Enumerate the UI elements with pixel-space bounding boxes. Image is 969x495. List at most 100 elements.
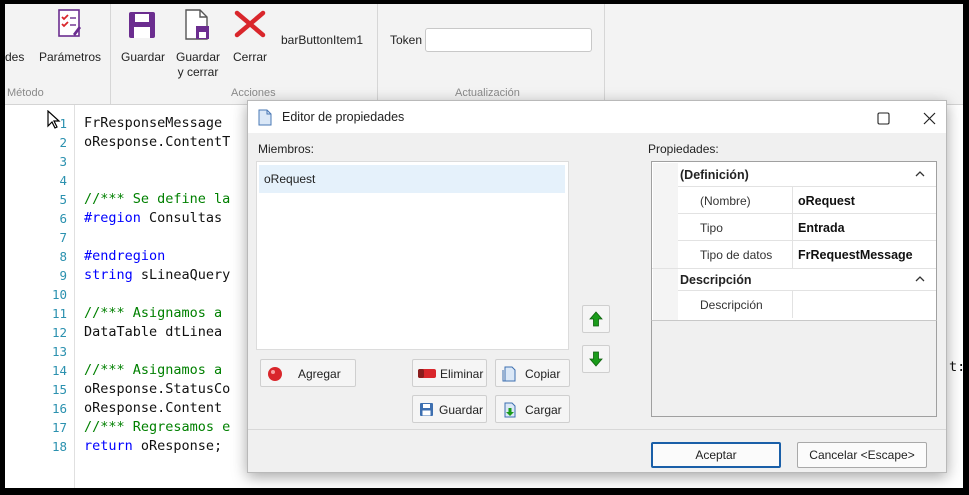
property-value[interactable]: FrRequestMessage — [798, 248, 913, 262]
parametros-button[interactable]: Parámetros — [33, 6, 105, 72]
footer-divider — [248, 429, 946, 430]
agregar-button[interactable]: Agregar — [260, 359, 356, 387]
category-definicion[interactable]: (Definición) — [652, 164, 936, 186]
move-up-button[interactable] — [582, 305, 610, 333]
ribbon-partial-button-label[interactable]: des — [5, 50, 24, 64]
column-divider — [792, 241, 793, 268]
grid-margin — [653, 163, 678, 323]
code-line: //*** Regresamos e — [84, 419, 231, 435]
line-number: 14 — [51, 363, 67, 378]
document-icon — [258, 109, 272, 126]
column-divider — [792, 291, 793, 318]
guardar-cerrar-label-1: Guardar — [175, 50, 221, 64]
ribbon: des Parámetros Método Guardar Guardar y … — [5, 4, 963, 105]
property-value[interactable]: oRequest — [798, 194, 855, 208]
code-right-fragment: t: — [949, 359, 963, 375]
arrow-down-icon — [589, 351, 603, 367]
parametros-label: Parámetros — [38, 50, 102, 64]
property-row-tipo-de-datos[interactable]: Tipo de datos FrRequestMessage — [678, 240, 936, 268]
code-line: return oResponse; — [84, 437, 222, 456]
code-line: oResponse.Content — [84, 400, 223, 416]
cerrar-button[interactable]: Cerrar — [229, 6, 271, 72]
save-close-document-icon — [185, 9, 209, 40]
code-text: sLineaQuery — [132, 267, 231, 283]
property-row-descripcion[interactable]: Descripción — [678, 290, 936, 318]
delete-eraser-icon — [418, 369, 436, 378]
code-text: oResponse; — [132, 438, 223, 454]
line-number: 8 — [59, 249, 67, 264]
line-number: 10 — [51, 287, 67, 302]
save-icon — [420, 403, 433, 416]
cancelar-button[interactable]: Cancelar <Escape> — [797, 442, 927, 468]
arrow-up-icon — [589, 311, 603, 327]
property-description-panel — [651, 320, 937, 417]
line-number: 12 — [51, 325, 67, 340]
save-floppy-icon — [129, 12, 155, 38]
property-name: Tipo — [700, 221, 723, 235]
group-separator — [110, 4, 111, 104]
line-number: 11 — [51, 306, 67, 321]
parameters-checklist-icon — [58, 9, 81, 37]
property-editor-dialog: Editor de propiedades Miembros: Propieda… — [247, 100, 947, 473]
eliminar-button[interactable]: Eliminar — [412, 359, 487, 387]
category-descripcion[interactable]: Descripción — [652, 268, 936, 290]
gutter-divider — [74, 105, 75, 488]
token-label: Token — [390, 33, 423, 47]
chevron-up-icon[interactable] — [914, 273, 926, 285]
add-red-icon — [268, 367, 282, 381]
line-number: 6 — [59, 211, 67, 226]
guardar-y-cerrar-button[interactable]: Guardar y cerrar — [171, 6, 225, 86]
aceptar-button[interactable]: Aceptar — [651, 442, 781, 468]
property-row-tipo[interactable]: Tipo Entrada — [678, 213, 936, 241]
property-value[interactable]: Entrada — [798, 221, 845, 235]
dialog-titlebar[interactable]: Editor de propiedades — [248, 101, 946, 133]
guardar-button[interactable]: Guardar — [412, 395, 487, 423]
code-keyword: return — [84, 438, 133, 454]
mouse-cursor-icon — [47, 110, 61, 129]
line-number-gutter: 1 2 3 4 5 6 7 8 9 10 11 12 13 14 15 16 17 18 — [5, 105, 73, 488]
category-label: Descripción — [680, 273, 752, 287]
code-line: FrResponseMessage — [84, 115, 223, 131]
code-text: Consultas — [140, 210, 223, 226]
property-name: (Nombre) — [700, 194, 751, 208]
bar-button-item-1[interactable]: barButtonItem1 — [281, 33, 363, 47]
column-divider — [792, 187, 793, 214]
agregar-label: Agregar — [298, 367, 341, 381]
move-down-button[interactable] — [582, 345, 610, 373]
code-line: //*** Asignamos a — [84, 362, 223, 378]
line-number: 13 — [51, 344, 67, 359]
cerrar-label: Cerrar — [232, 50, 267, 64]
chevron-up-icon[interactable] — [914, 168, 926, 180]
members-list[interactable]: oRequest — [256, 161, 569, 350]
list-item[interactable]: oRequest — [259, 165, 565, 193]
copiar-label: Copiar — [525, 367, 561, 381]
line-number: 5 — [59, 192, 67, 207]
app-window: des Parámetros Método Guardar Guardar y … — [5, 4, 963, 488]
guardar-label: Guardar — [120, 50, 166, 64]
acciones-group-label: Acciones — [231, 87, 276, 99]
maximize-icon[interactable] — [877, 112, 890, 125]
members-label: Miembros: — [258, 142, 315, 156]
code-line: //*** Se define la — [84, 191, 231, 207]
property-name: Tipo de datos — [700, 248, 773, 262]
code-line: #region Consultas — [84, 209, 222, 228]
token-input[interactable] — [425, 28, 592, 52]
line-number: 9 — [59, 268, 67, 283]
guardar-label: Guardar — [439, 403, 484, 417]
code-line: string sLineaQuery — [84, 266, 230, 285]
dialog-title: Editor de propiedades — [282, 110, 405, 124]
line-number: 3 — [59, 154, 67, 169]
property-name: Descripción — [700, 298, 763, 312]
group-separator — [377, 4, 378, 104]
close-icon[interactable] — [923, 112, 936, 125]
group-separator — [604, 4, 605, 104]
copiar-button[interactable]: Copiar — [495, 359, 570, 387]
column-divider — [792, 214, 793, 241]
eliminar-label: Eliminar — [440, 367, 484, 381]
guardar-button[interactable]: Guardar — [119, 6, 167, 72]
code-line: DataTable dtLinea — [84, 324, 223, 340]
code-line: oResponse.StatusCo — [84, 381, 231, 397]
property-row-nombre[interactable]: (Nombre) oRequest — [678, 186, 936, 214]
category-label: (Definición) — [680, 168, 749, 182]
cargar-button[interactable]: Cargar — [495, 395, 570, 423]
